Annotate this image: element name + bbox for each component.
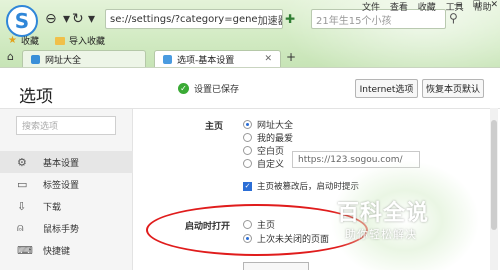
sidebar-item-label: 基本设置: [43, 158, 80, 169]
sidebar-item-label: 标签设置: [43, 180, 80, 191]
bookmark-label: 导入收藏: [68, 37, 105, 47]
sidebar-item-shortcuts[interactable]: ⌨ 快捷键: [0, 239, 133, 261]
checkbox-checked-icon: ✓: [243, 181, 252, 191]
saved-status: ✓ 设置已保存: [178, 82, 239, 95]
search-placeholder: 21年生15个小孩: [316, 15, 392, 27]
star-icon: ★: [8, 35, 17, 46]
tab-bar: ⌂ 网址大全 选项-基本设置 ✕ +: [0, 48, 500, 67]
back-icon[interactable]: ⊖: [45, 11, 57, 27]
sidebar-item-label: 下载: [43, 202, 62, 213]
sidebar-item-basic-settings[interactable]: ⚙ 基本设置: [0, 151, 133, 173]
mouse-icon: ⍝: [17, 221, 24, 234]
watermark: 百科全说 助你轻松解决: [333, 195, 457, 253]
page-title: 选项: [19, 87, 53, 107]
sidebar-search-placeholder: 搜索选项: [22, 122, 59, 132]
sidebar-item-mouse-gestures[interactable]: ⍝ 鼠标手势: [0, 217, 133, 239]
bookmark-favorites[interactable]: ★ 收藏: [8, 34, 39, 47]
sidebar-item-tab-settings[interactable]: ▭ 标签设置: [0, 173, 133, 195]
check-circle-icon: ✓: [178, 83, 189, 94]
radio-selected-icon: [243, 120, 252, 129]
home-icon[interactable]: ⌂: [7, 50, 14, 63]
browser-logo-icon[interactable]: S: [6, 5, 38, 37]
watermark-subtitle: 助你轻松解决: [345, 228, 417, 241]
accelerator-label[interactable]: 加速器: [258, 12, 282, 27]
tab-settings[interactable]: 选项-基本设置 ✕: [154, 50, 281, 67]
radio-label: 自定义: [257, 160, 285, 170]
search-icon[interactable]: ⚲: [449, 11, 458, 25]
close-tab-icon[interactable]: ✕: [264, 54, 272, 64]
scrollbar-thumb[interactable]: [491, 120, 497, 230]
gear-icon: ⚙: [17, 155, 27, 169]
homepage-section-label: 主页: [205, 122, 224, 132]
menu-item-file[interactable]: 文件: [362, 3, 380, 13]
radio-label: 网址大全: [257, 121, 294, 131]
chevron-down-icon[interactable]: ▾: [88, 11, 95, 27]
menu-item-favorites[interactable]: 收藏: [418, 3, 436, 13]
radio-label: 空白页: [257, 147, 285, 157]
folder-icon: [54, 36, 65, 45]
sidebar: 搜索选项 ⚙ 基本设置 ▭ 标签设置 ⇩ 下载 ⍝ 鼠标手势 ⌨ 快捷键: [0, 109, 133, 270]
homepage-option-url-directory[interactable]: 网址大全: [243, 118, 293, 131]
homepage-option-blank[interactable]: 空白页: [243, 144, 284, 157]
sidebar-item-label: 快捷键: [43, 246, 71, 257]
sidebar-search-input[interactable]: 搜索选项: [16, 116, 116, 135]
window-controls: — ☐ ✕: [447, 0, 498, 10]
bookmark-label: 收藏: [20, 37, 39, 47]
sidebar-item-label: 鼠标手势: [43, 224, 80, 235]
settings-tab-icon: [163, 54, 172, 64]
keyboard-icon: ⌨: [17, 243, 33, 257]
chevron-down-icon[interactable]: ▾: [63, 11, 70, 27]
minimize-icon[interactable]: —: [454, 0, 463, 10]
bookmark-import[interactable]: 导入收藏: [54, 34, 105, 47]
saved-status-label: 设置已保存: [194, 85, 240, 95]
refresh-icon[interactable]: ↻: [72, 11, 84, 27]
tab-label: 选项-基本设置: [177, 55, 235, 66]
watermark-title: 百科全说: [337, 201, 430, 226]
new-tab-icon[interactable]: +: [286, 50, 296, 64]
address-bar[interactable]: se://settings/?category=gene 加速器: [105, 9, 283, 29]
download-icon: ⇩: [17, 199, 27, 213]
restore-defaults-button[interactable]: 恢复本页默认: [422, 79, 484, 98]
homepage-option-custom[interactable]: 自定义: [243, 157, 284, 170]
scrollbar[interactable]: [490, 108, 498, 270]
tab-icon: ▭: [17, 177, 28, 191]
radio-label: 我的最爱: [257, 134, 294, 144]
globe-icon: [31, 54, 40, 64]
radio-icon: [243, 133, 252, 142]
radio-icon: [243, 159, 252, 168]
maximize-icon[interactable]: ☐: [473, 0, 481, 10]
homepage-option-my-favorites[interactable]: 我的最爱: [243, 131, 293, 144]
partial-button[interactable]: [243, 262, 309, 270]
close-icon[interactable]: ✕: [490, 0, 498, 10]
internet-options-button[interactable]: Internet选项: [355, 79, 418, 98]
menu-item-view[interactable]: 查看: [390, 3, 408, 13]
tab-url-directory[interactable]: 网址大全: [22, 50, 146, 67]
sidebar-item-download[interactable]: ⇩ 下载: [0, 195, 133, 217]
tab-label: 网址大全: [45, 55, 82, 66]
radio-icon: [243, 146, 252, 155]
browser-chrome: S ⊖ ▾ ↻ ▾ se://settings/?category=gene 加…: [0, 0, 500, 67]
bookmark-bar: ★ 收藏 导入收藏: [8, 34, 105, 47]
add-favorite-icon[interactable]: ✚: [285, 12, 295, 26]
address-url: se://settings/?category=gene: [110, 13, 258, 25]
